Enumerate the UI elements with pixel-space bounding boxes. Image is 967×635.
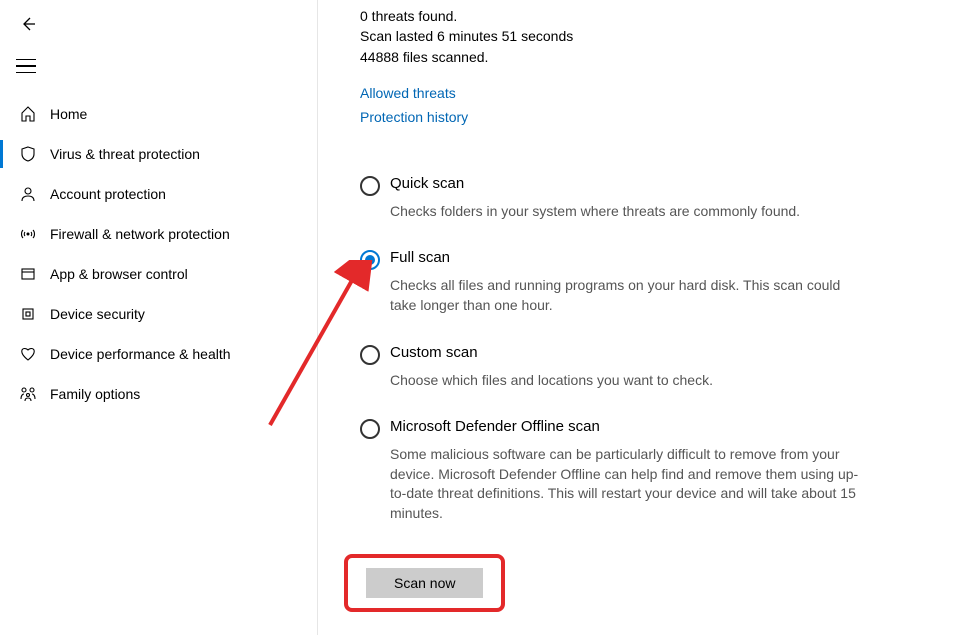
option-desc: Some malicious software can be particula…	[390, 445, 870, 523]
nav-label: App & browser control	[50, 266, 188, 282]
links-section: Allowed threats Protection history	[360, 85, 967, 125]
nav-account[interactable]: Account protection	[0, 174, 317, 214]
protection-history-link[interactable]: Protection history	[360, 109, 967, 125]
arrow-left-icon	[19, 15, 37, 33]
nav-firewall[interactable]: Firewall & network protection	[0, 214, 317, 254]
option-offline: Microsoft Defender Offline scan Some mal…	[360, 418, 967, 523]
shield-icon	[16, 145, 40, 163]
scan-now-button[interactable]: Scan now	[366, 568, 483, 598]
allowed-threats-link[interactable]: Allowed threats	[360, 85, 967, 101]
radio-quick[interactable]	[360, 176, 380, 196]
option-title: Quick scan	[390, 175, 800, 192]
home-icon	[16, 105, 40, 123]
back-button[interactable]	[16, 12, 40, 36]
nav-label: Device security	[50, 306, 145, 322]
files-scanned: 44888 files scanned.	[360, 47, 967, 67]
option-desc: Checks all files and running programs on…	[390, 276, 870, 315]
chip-icon	[16, 305, 40, 323]
option-full: Full scan Checks all files and running p…	[360, 249, 967, 315]
nav-label: Firewall & network protection	[50, 226, 230, 242]
option-title: Microsoft Defender Offline scan	[390, 418, 870, 435]
option-custom: Custom scan Choose which files and locat…	[360, 344, 967, 391]
nav-label: Device performance & health	[50, 346, 231, 362]
option-desc: Checks folders in your system where thre…	[390, 202, 800, 222]
option-title: Full scan	[390, 249, 870, 266]
radio-offline[interactable]	[360, 419, 380, 439]
nav-label: Virus & threat protection	[50, 146, 200, 162]
nav-app-browser[interactable]: App & browser control	[0, 254, 317, 294]
nav-performance[interactable]: Device performance & health	[0, 334, 317, 374]
sidebar: Home Virus & threat protection Account p…	[0, 0, 318, 635]
scan-duration: Scan lasted 6 minutes 51 seconds	[360, 26, 967, 46]
threats-found: 0 threats found.	[360, 6, 967, 26]
option-quick: Quick scan Checks folders in your system…	[360, 175, 967, 222]
nav-home[interactable]: Home	[0, 94, 317, 134]
heart-icon	[16, 345, 40, 363]
person-icon	[16, 185, 40, 203]
menu-button[interactable]	[16, 54, 40, 78]
nav-device-security[interactable]: Device security	[0, 294, 317, 334]
nav-family[interactable]: Family options	[0, 374, 317, 414]
nav-label: Home	[50, 106, 87, 122]
nav-virus[interactable]: Virus & threat protection	[0, 134, 317, 174]
nav-label: Family options	[50, 386, 140, 402]
annotation-highlight: Scan now	[344, 554, 505, 612]
nav-label: Account protection	[50, 186, 166, 202]
scan-options: Quick scan Checks folders in your system…	[360, 175, 967, 524]
family-icon	[16, 385, 40, 403]
option-title: Custom scan	[390, 344, 713, 361]
window-icon	[16, 265, 40, 283]
radio-custom[interactable]	[360, 345, 380, 365]
main-content: 0 threats found. Scan lasted 6 minutes 5…	[318, 0, 967, 635]
antenna-icon	[16, 225, 40, 243]
nav-list: Home Virus & threat protection Account p…	[0, 94, 317, 414]
scan-result: 0 threats found. Scan lasted 6 minutes 5…	[360, 6, 967, 67]
option-desc: Choose which files and locations you wan…	[390, 371, 713, 391]
radio-full[interactable]	[360, 250, 380, 270]
